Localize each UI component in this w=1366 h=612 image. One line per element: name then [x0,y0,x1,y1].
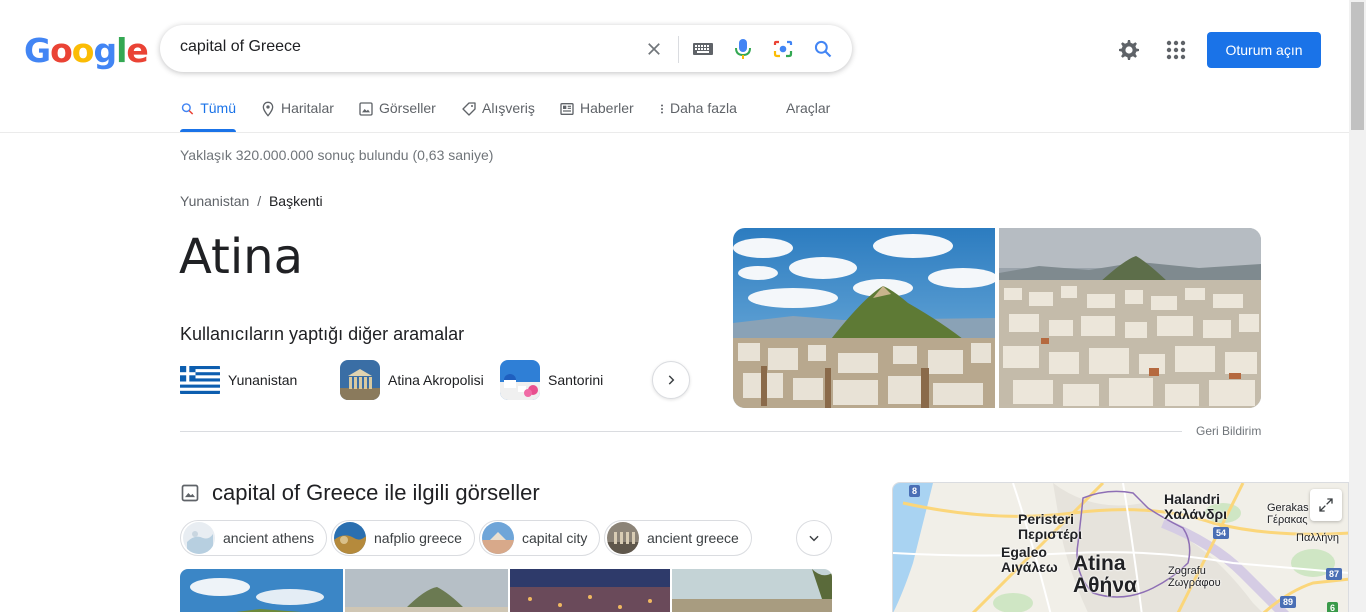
image-result[interactable] [345,569,508,612]
search-divider [678,36,679,63]
more-vert-icon [661,104,663,114]
image-chip-label: nafplio greece [374,530,462,546]
scrollbar-thumb[interactable] [1351,2,1364,130]
athens-photo-city-view[interactable] [999,228,1261,408]
header-divider [0,132,1350,133]
image-result[interactable] [672,569,832,612]
chevron-right-icon [668,375,675,385]
map-label-pallini: Παλλήνη [1296,532,1340,544]
map-label-egaleo: Egaleo Αιγάλεω [1001,544,1058,575]
tab-images[interactable]: Görseller [358,100,436,132]
expand-icon [1319,498,1333,512]
chip-thumbnail [482,522,514,554]
image-chip-capital-city[interactable]: capital city [479,520,601,556]
tab-more[interactable]: Daha fazla [656,100,737,132]
image-icon [180,483,200,503]
also-searched-item-greece[interactable]: Yunanistan [180,360,297,400]
chip-thumbnail [183,522,215,554]
tab-all-label: Tümü [200,100,236,116]
sign-in-button[interactable]: Oturum açın [1207,32,1321,68]
road-number-badge: 6 [1327,602,1339,612]
road-number-badge: 89 [1280,596,1297,608]
breadcrumb: Yunanistan / Başkenti [180,193,323,209]
breadcrumb-parent[interactable]: Yunanistan [180,193,249,209]
greece-flag-thumbnail [180,360,220,400]
tab-maps-label: Haritalar [281,100,334,116]
also-searched-label: Santorini [548,372,604,388]
apps-grid-icon[interactable] [1164,38,1188,62]
breadcrumb-separator: / [257,193,262,209]
tab-news-label: Haberler [580,100,634,116]
road-number-badge: 87 [1326,568,1343,580]
athens-photo-lycabettus[interactable] [733,228,995,408]
search-icon[interactable] [811,37,835,61]
tag-icon [462,102,476,116]
google-logo[interactable]: Google [24,31,149,70]
feedback-link[interactable]: Geri Bildirim [1196,424,1261,438]
tab-shopping[interactable]: Alışveriş [461,100,535,132]
map-label-zografou: Zografu Ζωγράφου [1168,565,1221,589]
also-searched-label: Yunanistan [228,372,298,388]
map-label-gerakas: Gerakas Γέρακας [1267,502,1309,526]
tab-images-label: Görseller [379,100,436,116]
search-icon [181,103,194,115]
image-chip-ancient-greece[interactable]: ancient greece [604,520,752,556]
chip-thumbnail [334,522,366,554]
santorini-thumbnail [500,360,540,400]
settings-gear-icon[interactable] [1117,38,1141,62]
microphone-icon[interactable] [731,37,755,61]
image-chip-ancient-athens[interactable]: ancient athens [180,520,328,556]
keyboard-icon[interactable] [691,37,715,61]
clear-icon[interactable] [642,37,666,61]
search-box [160,25,852,72]
road-number-badge: 8 [909,485,921,497]
search-input[interactable] [180,38,620,56]
breadcrumb-current: Başkenti [268,193,323,209]
also-searched-item-acropolis[interactable]: Atina Akropolisi [340,360,484,400]
image-result[interactable] [510,569,670,612]
image-chip-label: ancient athens [223,530,315,546]
map-expand-button[interactable] [1310,489,1342,521]
map-label-halandri: Halandri Χαλάνδρι [1164,491,1227,522]
answer-title: Atina [179,229,303,285]
tab-shopping-label: Alışveriş [482,100,535,116]
also-searched-item-santorini[interactable]: Santorini [500,360,603,400]
image-chips-expand-button[interactable] [796,520,832,556]
chevron-down-icon [809,535,819,542]
image-result[interactable] [180,569,343,612]
athens-map[interactable]: Halandri Χαλάνδρι Peristeri Περιστέρι Egal… [892,482,1349,612]
tab-tools[interactable]: Araçlar [786,100,830,132]
road-number-badge: 54 [1213,527,1230,539]
image-chip-nafplio-greece[interactable]: nafplio greece [331,520,475,556]
tab-maps[interactable]: Haritalar [260,100,334,132]
chip-thumbnail [607,522,639,554]
camera-lens-icon[interactable] [771,37,795,61]
image-icon [359,102,373,116]
tab-all[interactable]: Tümü [180,100,236,132]
acropolis-thumbnail [340,360,380,400]
map-label-peristeri: Peristeri Περιστέρι [1018,511,1082,542]
tab-tools-label: Araçlar [786,100,831,116]
tab-news[interactable]: Haberler [559,100,634,132]
also-searched-title: Kullanıcıların yaptığı diğer aramalar [180,324,465,344]
result-stats: Yaklaşık 320.000.000 sonuç bulundu (0,63… [180,147,494,163]
tab-more-label: Daha fazla [670,100,737,116]
section-divider [180,431,1182,432]
images-section-title: capital of Greece ile ilgili görseller [212,480,540,505]
also-searched-next-button[interactable] [652,361,690,399]
map-pin-icon [262,101,274,117]
also-searched-label: Atina Akropolisi [388,372,484,388]
image-chip-label: ancient greece [647,530,739,546]
scrollbar[interactable] [1349,0,1366,612]
news-icon [560,103,574,115]
image-chip-label: capital city [522,530,588,546]
map-label-athina: Atina Αθήνα [1073,552,1137,598]
